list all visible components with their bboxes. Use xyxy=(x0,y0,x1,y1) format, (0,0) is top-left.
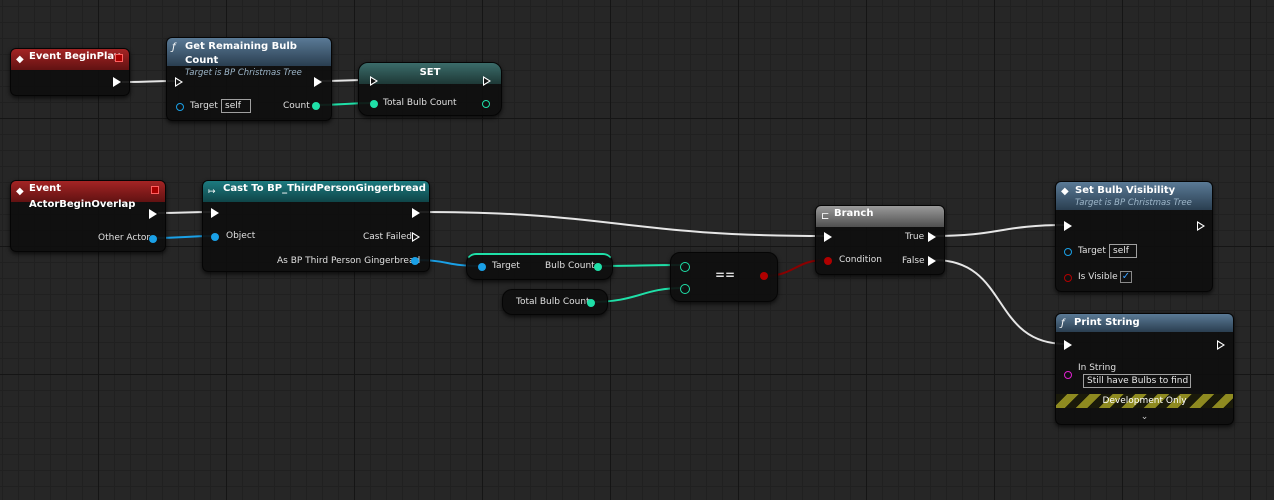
total-bulb-count-in-pin[interactable] xyxy=(370,100,378,108)
count-out-pin[interactable] xyxy=(312,102,320,110)
node-title: Event BeginPlay xyxy=(29,51,121,62)
exec-out-pin[interactable] xyxy=(412,208,420,218)
exec-in-pin[interactable] xyxy=(824,232,832,242)
true-exec-pin[interactable] xyxy=(928,232,936,242)
total-bulb-count-label: Total Bulb Count xyxy=(383,98,457,108)
event-diamond-icon: ◆ xyxy=(1061,186,1069,197)
is-visible-checkbox[interactable]: ✓ xyxy=(1120,271,1132,283)
exec-in-pin[interactable] xyxy=(211,208,219,218)
exec-in-pin[interactable] xyxy=(370,76,378,86)
node-subtitle: Target is BP Christmas Tree xyxy=(1075,198,1192,208)
node-title: Print String xyxy=(1074,317,1140,328)
total-bulb-count-label: Total Bulb Count xyxy=(516,297,590,307)
equal-a-pin[interactable] xyxy=(680,262,690,272)
equal-result-pin[interactable] xyxy=(760,272,768,280)
false-label: False xyxy=(902,256,925,266)
condition-label: Condition xyxy=(839,255,882,265)
node-title: Event ActorBeginOverlap xyxy=(29,183,136,210)
exec-out-pin[interactable] xyxy=(1197,221,1205,231)
function-header: ◆ Set Bulb Visibility Target is BP Chris… xyxy=(1056,182,1212,210)
other-actor-label: Other Actor xyxy=(98,233,151,243)
total-bulb-count-out-pin[interactable] xyxy=(482,100,490,108)
exec-wire-cast-to-branch xyxy=(419,211,827,237)
target-label: Target xyxy=(492,261,520,271)
exec-wire-false-to-print xyxy=(933,259,1067,345)
other-actor-out-pin[interactable] xyxy=(149,235,157,243)
as-gingerbread-out-pin[interactable] xyxy=(411,257,419,265)
node-title: Get Remaining Bulb Count xyxy=(185,41,297,66)
target-label: Target xyxy=(190,101,218,111)
delegate-pin-icon[interactable] xyxy=(151,186,159,194)
branch-node[interactable]: ⊏ Branch True Condition False xyxy=(815,205,945,275)
node-title: Branch xyxy=(834,208,874,219)
function-header: ƒ Print String xyxy=(1056,314,1233,332)
exec-in-pin[interactable] xyxy=(1064,340,1072,350)
is-visible-label: Is Visible xyxy=(1078,272,1118,282)
target-pin[interactable] xyxy=(478,263,486,271)
count-label: Count xyxy=(283,101,310,111)
exec-wire-true-to-visibility xyxy=(933,224,1067,237)
expand-chevron-icon[interactable]: ⌄ xyxy=(1056,412,1233,422)
set-total-bulb-count-node[interactable]: SET Total Bulb Count xyxy=(358,62,502,116)
print-string-node[interactable]: ƒ Print String In String Still have Bulb… xyxy=(1055,313,1234,425)
development-only-banner: Development Only xyxy=(1056,394,1233,408)
target-self-field[interactable]: self xyxy=(221,99,251,113)
equal-symbol: == xyxy=(715,268,736,282)
exec-out-pin[interactable] xyxy=(483,76,491,86)
object-in-pin[interactable] xyxy=(211,233,219,241)
bulb-count-label: Bulb Count xyxy=(545,261,595,271)
in-string-label: In String xyxy=(1078,363,1117,373)
branch-header: ⊏ Branch xyxy=(816,206,944,227)
node-title: Cast To BP_ThirdPersonGingerbread xyxy=(223,183,426,194)
target-label: Target xyxy=(1078,246,1106,256)
false-exec-pin[interactable] xyxy=(928,256,936,266)
set-header: SET xyxy=(359,63,501,84)
get-total-bulb-count-node[interactable]: Total Bulb Count xyxy=(502,289,608,315)
object-label: Object xyxy=(226,231,256,241)
event-beginplay-node[interactable]: ◆ Event BeginPlay xyxy=(10,48,130,96)
function-f-icon: ƒ xyxy=(1061,318,1065,329)
get-remaining-bulb-count-node[interactable]: ƒ Get Remaining Bulb Count Target is BP … xyxy=(166,37,332,121)
get-bulb-count-node[interactable]: Target Bulb Count xyxy=(466,253,613,280)
cast-header: ↦ Cast To BP_ThirdPersonGingerbread xyxy=(203,181,429,202)
event-diamond-icon: ◆ xyxy=(16,186,24,197)
exec-in-pin[interactable] xyxy=(1064,221,1072,231)
node-subtitle: Target is BP Christmas Tree xyxy=(185,68,302,78)
target-self-field[interactable]: self xyxy=(1109,244,1137,258)
node-title: Set Bulb Visibility xyxy=(1075,185,1176,196)
equal-int-node[interactable]: == xyxy=(670,252,778,302)
is-visible-pin[interactable] xyxy=(1064,274,1072,282)
exec-in-pin[interactable] xyxy=(175,77,183,87)
in-string-pin[interactable] xyxy=(1064,371,1072,379)
cast-failed-label: Cast Failed xyxy=(363,232,412,242)
exec-out-pin[interactable] xyxy=(113,77,121,87)
event-actorbeginoverlap-node[interactable]: ◆ Event ActorBeginOverlap Other Actor xyxy=(10,180,166,252)
set-bulb-visibility-node[interactable]: ◆ Set Bulb Visibility Target is BP Chris… xyxy=(1055,181,1213,292)
condition-pin[interactable] xyxy=(824,257,832,265)
function-header: ƒ Get Remaining Bulb Count Target is BP … xyxy=(167,38,331,78)
exec-out-pin[interactable] xyxy=(149,209,157,219)
cast-to-gingerbread-node[interactable]: ↦ Cast To BP_ThirdPersonGingerbread Obje… xyxy=(202,180,430,272)
node-title: SET xyxy=(419,67,441,78)
equal-b-pin[interactable] xyxy=(680,284,690,294)
event-overlap-header: ◆ Event ActorBeginOverlap xyxy=(11,181,165,210)
target-pin[interactable] xyxy=(1064,248,1072,256)
bulb-count-out-pin[interactable] xyxy=(594,263,602,271)
event-diamond-icon: ◆ xyxy=(16,54,24,65)
event-beginplay-header: ◆ Event BeginPlay xyxy=(11,49,129,70)
as-gingerbread-label: As BP Third Person Gingerbread xyxy=(277,256,421,266)
cast-arrows-icon: ↦ xyxy=(208,187,216,197)
total-bulb-count-out-pin[interactable] xyxy=(587,299,595,307)
delegate-pin-icon[interactable] xyxy=(115,54,123,62)
function-f-icon: ƒ xyxy=(172,42,176,53)
branch-split-icon: ⊏ xyxy=(821,211,830,222)
target-pin[interactable] xyxy=(176,103,184,111)
cast-failed-pin[interactable] xyxy=(412,232,420,242)
true-label: True xyxy=(905,232,925,242)
exec-out-pin[interactable] xyxy=(314,77,322,87)
in-string-field[interactable]: Still have Bulbs to find xyxy=(1083,374,1191,388)
exec-out-pin[interactable] xyxy=(1217,340,1225,350)
